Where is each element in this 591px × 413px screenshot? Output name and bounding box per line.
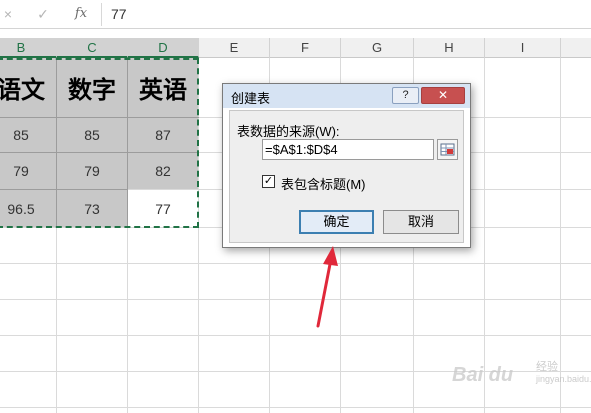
help-button[interactable]: ? — [392, 87, 419, 104]
grid-line — [0, 335, 591, 336]
watermark-logo-text: Bai du — [452, 364, 514, 386]
ok-button[interactable]: 确定 — [299, 210, 374, 234]
column-header-c[interactable]: C — [57, 38, 128, 58]
has-headers-checkbox[interactable]: ✓ — [262, 175, 275, 188]
column-header-row: B C D E F G H I — [0, 38, 591, 58]
close-icon[interactable]: ✕ — [421, 87, 465, 104]
grid-line — [0, 299, 591, 300]
formula-bar-input[interactable]: 77 — [111, 5, 127, 23]
formula-bar: × ✓ fx 77 — [0, 0, 591, 29]
baidu-jingyan-watermark: Bai du 经验 jingyan.baidu.com — [452, 352, 591, 400]
dialog-title: 创建表 — [231, 91, 271, 106]
toolbar-gap — [0, 29, 591, 38]
column-header-d[interactable]: D — [128, 38, 199, 58]
column-header-g[interactable]: G — [341, 38, 414, 58]
grid-line — [0, 407, 591, 408]
grid-line — [0, 263, 591, 264]
insert-function-icon[interactable]: fx — [70, 5, 92, 23]
column-header-i[interactable]: I — [485, 38, 561, 58]
column-header-b[interactable]: B — [0, 38, 57, 58]
annotation-arrow-icon — [316, 246, 338, 328]
column-header-h[interactable]: H — [414, 38, 485, 58]
collapse-dialog-button[interactable] — [437, 139, 458, 160]
create-table-dialog: 创建表 ? ✕ 表数据的来源(W): =$A$1:$D$4 ✓ 表包含标题(M)… — [222, 83, 471, 248]
column-header-e[interactable]: E — [199, 38, 270, 58]
column-header-f[interactable]: F — [270, 38, 341, 58]
cancel-button[interactable]: 取消 — [383, 210, 459, 234]
enter-check-icon[interactable]: ✓ — [34, 5, 52, 23]
cancel-icon[interactable]: × — [0, 5, 16, 23]
range-select-icon — [440, 143, 455, 156]
selection-range-outline — [0, 58, 199, 228]
dialog-title-bar[interactable]: 创建表 ? ✕ — [223, 84, 470, 108]
watermark-logo-url: jingyan.baidu.com — [536, 374, 591, 384]
formula-bar-divider — [101, 3, 102, 26]
watermark-logo-sub: 经验 — [536, 361, 558, 373]
source-label: 表数据的来源(W): — [237, 124, 340, 139]
source-range-input[interactable]: =$A$1:$D$4 — [262, 139, 434, 160]
has-headers-label[interactable]: 表包含标题(M) — [281, 174, 366, 193]
dialog-body: 表数据的来源(W): =$A$1:$D$4 ✓ 表包含标题(M) 确定 取消 — [229, 110, 464, 243]
